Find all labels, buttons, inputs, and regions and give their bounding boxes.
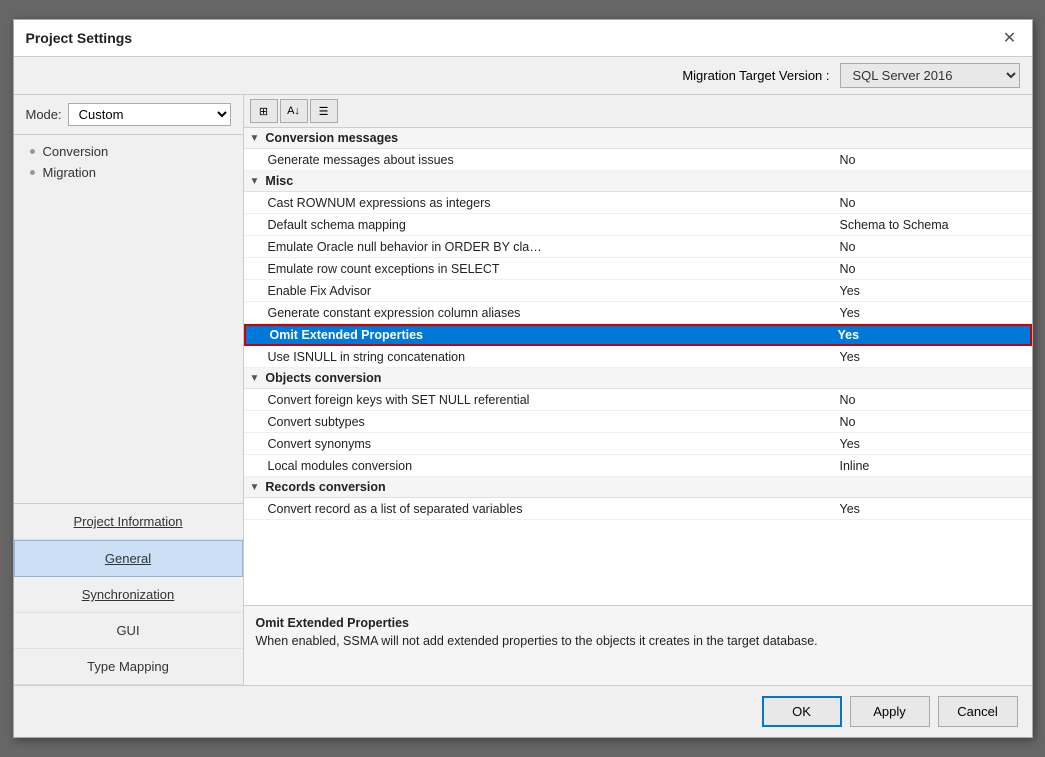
- mode-select[interactable]: Custom: [68, 103, 231, 126]
- table-row[interactable]: Enable Fix Advisor Yes: [244, 280, 1032, 302]
- prop-value: Yes: [832, 435, 1032, 453]
- migration-target-section: Migration Target Version : SQL Server 20…: [14, 57, 1032, 95]
- prop-value: No: [832, 260, 1032, 278]
- mode-row: Mode: Custom: [14, 95, 243, 135]
- tree-item-label: Conversion: [43, 144, 109, 159]
- nav-label: Project Information: [73, 514, 182, 529]
- chevron-down-icon: ▼: [250, 373, 260, 384]
- prop-value: Yes: [832, 348, 1032, 366]
- prop-name: Emulate Oracle null behavior in ORDER BY…: [244, 238, 832, 256]
- nav-item-type-mapping[interactable]: Type Mapping: [14, 649, 243, 685]
- close-button[interactable]: ✕: [1000, 28, 1020, 48]
- prop-value: Inline: [832, 457, 1032, 475]
- dialog-title: Project Settings: [26, 30, 133, 46]
- table-row[interactable]: Convert foreign keys with SET NULL refer…: [244, 389, 1032, 411]
- description-title: Omit Extended Properties: [256, 616, 1020, 630]
- nav-label: Synchronization: [82, 587, 175, 602]
- table-row[interactable]: Use ISNULL in string concatenation Yes: [244, 346, 1032, 368]
- prop-name: Cast ROWNUM expressions as integers: [244, 194, 832, 212]
- table-row[interactable]: Convert subtypes No: [244, 411, 1032, 433]
- group-label: Misc: [265, 174, 293, 188]
- tree-dot-icon: [30, 170, 35, 175]
- nav-item-gui[interactable]: GUI: [14, 613, 243, 649]
- prop-value: Yes: [832, 304, 1032, 322]
- group-conversion-messages[interactable]: ▼ Conversion messages: [244, 128, 1032, 149]
- table-row[interactable]: Convert record as a list of separated va…: [244, 498, 1032, 520]
- title-bar: Project Settings ✕: [14, 20, 1032, 57]
- tree-area: Conversion Migration: [14, 135, 243, 503]
- group-objects-conversion[interactable]: ▼ Objects conversion: [244, 368, 1032, 389]
- table-row[interactable]: Emulate Oracle null behavior in ORDER BY…: [244, 236, 1032, 258]
- tree-item-label: Migration: [43, 165, 96, 180]
- group-label: Records conversion: [265, 480, 385, 494]
- table-row[interactable]: Local modules conversion Inline: [244, 455, 1032, 477]
- prop-name: Convert synonyms: [244, 435, 832, 453]
- nav-section: Project Information General Synchronizat…: [14, 503, 243, 685]
- group-label: Objects conversion: [265, 371, 381, 385]
- tree-dot-icon: [30, 149, 35, 154]
- nav-item-general[interactable]: General: [14, 540, 243, 577]
- prop-value: No: [832, 413, 1032, 431]
- prop-name: Enable Fix Advisor: [244, 282, 832, 300]
- prop-name: Local modules conversion: [244, 457, 832, 475]
- toolbar: ⊞ A↓ ☰: [244, 95, 1032, 128]
- ok-button[interactable]: OK: [762, 696, 842, 727]
- table-row-omit-extended-properties[interactable]: Omit Extended Properties Yes: [244, 324, 1032, 346]
- prop-value: Yes: [832, 500, 1032, 518]
- prop-value: No: [832, 194, 1032, 212]
- prop-value: Yes: [830, 326, 1030, 344]
- prop-value: No: [832, 391, 1032, 409]
- nav-label: Type Mapping: [87, 659, 169, 674]
- table-row[interactable]: Generate messages about issues No: [244, 149, 1032, 171]
- prop-name: Convert record as a list of separated va…: [244, 500, 832, 518]
- project-settings-dialog: Project Settings ✕ Migration Target Vers…: [13, 19, 1033, 738]
- prop-name: Convert subtypes: [244, 413, 832, 431]
- prop-name: Generate messages about issues: [244, 151, 832, 169]
- tree-item-conversion[interactable]: Conversion: [14, 141, 243, 162]
- nav-label: GUI: [116, 623, 139, 638]
- main-content: Mode: Custom Conversion Migration: [14, 95, 1032, 685]
- prop-name: Omit Extended Properties: [246, 326, 830, 344]
- nav-item-project-info[interactable]: Project Information: [14, 504, 243, 540]
- prop-value: Schema to Schema: [832, 216, 1032, 234]
- table-row[interactable]: Cast ROWNUM expressions as integers No: [244, 192, 1032, 214]
- tree-item-migration[interactable]: Migration: [14, 162, 243, 183]
- right-panel: ⊞ A↓ ☰ ▼ Conversion messages Generate me…: [244, 95, 1032, 685]
- group-label: Conversion messages: [265, 131, 398, 145]
- migration-target-select[interactable]: SQL Server 2016: [840, 63, 1020, 88]
- cancel-button[interactable]: Cancel: [938, 696, 1018, 727]
- description-text: When enabled, SSMA will not add extended…: [256, 634, 1020, 648]
- chevron-down-icon: ▼: [250, 133, 260, 144]
- properties-table[interactable]: ▼ Conversion messages Generate messages …: [244, 128, 1032, 605]
- table-row[interactable]: Convert synonyms Yes: [244, 433, 1032, 455]
- table-row[interactable]: Default schema mapping Schema to Schema: [244, 214, 1032, 236]
- toolbar-grid-button[interactable]: ⊞: [250, 99, 278, 123]
- chevron-down-icon: ▼: [250, 176, 260, 187]
- apply-button[interactable]: Apply: [850, 696, 930, 727]
- prop-name: Convert foreign keys with SET NULL refer…: [244, 391, 832, 409]
- prop-name: Generate constant expression column alia…: [244, 304, 832, 322]
- group-records-conversion[interactable]: ▼ Records conversion: [244, 477, 1032, 498]
- migration-target-label: Migration Target Version :: [682, 68, 829, 83]
- toolbar-sort-button[interactable]: A↓: [280, 99, 308, 123]
- prop-value: Yes: [832, 282, 1032, 300]
- nav-label: General: [105, 551, 151, 566]
- prop-name: Use ISNULL in string concatenation: [244, 348, 832, 366]
- chevron-down-icon: ▼: [250, 482, 260, 493]
- prop-name: Default schema mapping: [244, 216, 832, 234]
- prop-name: Emulate row count exceptions in SELECT: [244, 260, 832, 278]
- left-panel: Mode: Custom Conversion Migration: [14, 95, 244, 685]
- description-area: Omit Extended Properties When enabled, S…: [244, 605, 1032, 685]
- bottom-bar: OK Apply Cancel: [14, 685, 1032, 737]
- toolbar-list-button[interactable]: ☰: [310, 99, 338, 123]
- prop-value: No: [832, 151, 1032, 169]
- table-row[interactable]: Emulate row count exceptions in SELECT N…: [244, 258, 1032, 280]
- nav-item-synchronization[interactable]: Synchronization: [14, 577, 243, 613]
- mode-label: Mode:: [26, 107, 62, 122]
- prop-value: No: [832, 238, 1032, 256]
- table-row[interactable]: Generate constant expression column alia…: [244, 302, 1032, 324]
- group-misc[interactable]: ▼ Misc: [244, 171, 1032, 192]
